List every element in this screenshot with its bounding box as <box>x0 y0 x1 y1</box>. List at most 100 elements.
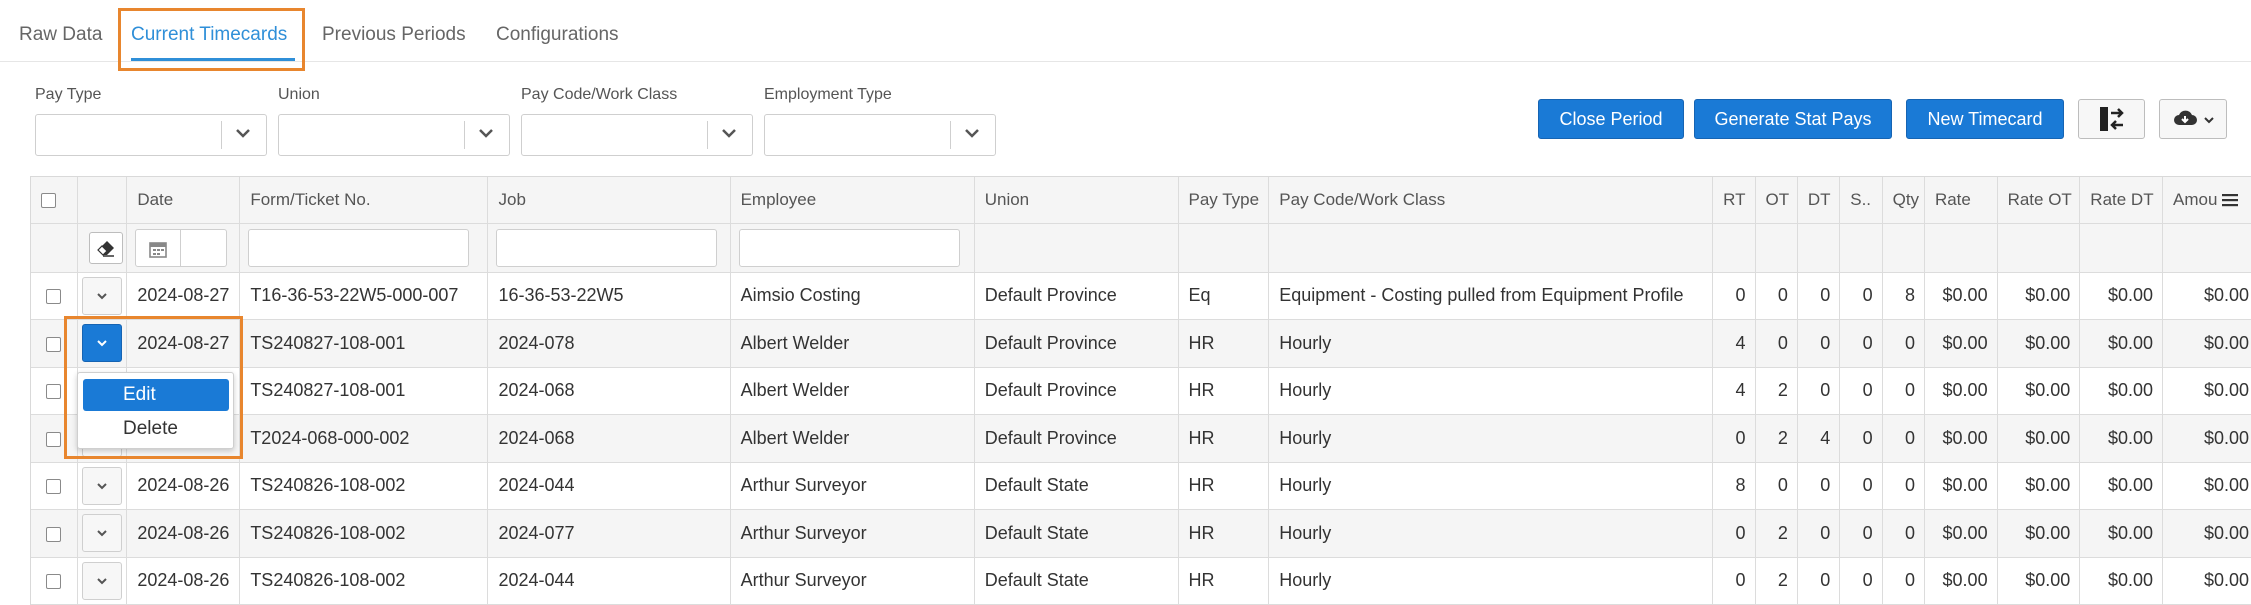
row-actions-button[interactable] <box>82 514 123 553</box>
cell-rt: 4 <box>1712 367 1756 415</box>
cell-s: 0 <box>1839 414 1883 463</box>
tab-current-timecards[interactable]: Current Timecards <box>131 24 287 46</box>
cell-rate: $0.00 <box>1924 272 1998 320</box>
tab-raw-data[interactable]: Raw Data <box>19 24 102 46</box>
form-ticket-filter-input[interactable] <box>248 228 470 267</box>
table-row[interactable]: 2024-08-26 TS240826-108-002 2024-044 Arthur… <box>31 462 2251 510</box>
row-checkbox[interactable] <box>46 479 62 494</box>
pay-code-select[interactable] <box>521 114 753 156</box>
row-checkbox[interactable] <box>46 526 62 542</box>
column-header-job[interactable]: Job <box>487 177 731 224</box>
table-row[interactable]: 2024-08-26 TS240826-108-002 2024-044 Arthur… <box>31 557 2251 605</box>
cell-rate: $0.00 <box>1924 319 1998 368</box>
cell-job: 2024-044 <box>487 557 731 605</box>
column-header-union[interactable]: Union <box>974 177 1179 224</box>
cell-union: Default Province <box>974 272 1179 320</box>
close-period-button[interactable]: Close Period <box>1538 99 1684 139</box>
transfer-button[interactable] <box>2078 99 2145 139</box>
cell-date: 2024-08-27 <box>126 272 241 320</box>
column-header-form-ticket[interactable]: Form/Ticket No. <box>239 177 489 224</box>
row-actions-cell <box>77 272 128 320</box>
cell-dt: 0 <box>1797 509 1841 558</box>
cell-rt: 0 <box>1712 414 1756 463</box>
cell-ot: 2 <box>1755 509 1798 558</box>
job-filter-input[interactable] <box>496 228 718 267</box>
row-actions-button[interactable] <box>82 466 123 505</box>
cell-rate-dt: $0.00 <box>2079 509 2164 558</box>
cell-qty: 0 <box>1882 319 1925 368</box>
timecards-grid: Date Form/Ticket No. Job Employee Union … <box>30 176 2251 605</box>
cell-pay-code: Hourly <box>1268 414 1714 463</box>
row-select-cell <box>31 319 78 368</box>
column-header-rate-dt[interactable]: Rate DT <box>2079 177 2164 224</box>
column-header-pay-type[interactable]: Pay Type <box>1178 177 1270 224</box>
cell-s: 0 <box>1839 509 1883 558</box>
column-header-employee[interactable]: Employee <box>730 177 975 224</box>
row-actions-button[interactable] <box>82 561 123 600</box>
row-checkbox[interactable] <box>46 431 62 447</box>
new-timecard-button[interactable]: New Timecard <box>1906 99 2064 139</box>
cell-rate-ot: $0.00 <box>1997 462 2081 510</box>
cell-rate-dt: $0.00 <box>2079 319 2164 368</box>
column-header-ot[interactable]: OT <box>1755 177 1798 224</box>
cell-employee: Arthur Surveyor <box>730 509 975 558</box>
export-dropdown-button[interactable] <box>2159 99 2227 139</box>
column-header-rate[interactable]: Rate <box>1924 177 1998 224</box>
row-select-cell <box>31 509 78 558</box>
row-select-cell <box>31 414 78 463</box>
column-header-rate-ot[interactable]: Rate OT <box>1997 177 2081 224</box>
delete-menu-item[interactable]: Delete <box>83 413 229 445</box>
employee-filter-input[interactable] <box>738 228 960 267</box>
clear-filters-button[interactable] <box>89 231 124 264</box>
cell-form-ticket: TS240827-108-001 <box>239 319 489 368</box>
chevron-down-icon <box>97 340 107 347</box>
row-select-cell <box>31 367 78 415</box>
cell-date: 2024-08-26 <box>126 509 241 558</box>
column-header-dt[interactable]: DT <box>1797 177 1841 224</box>
cell-s: 0 <box>1839 319 1883 368</box>
actions-header <box>77 177 128 224</box>
table-row[interactable]: 2024-08-27 T16-36-53-22W5-000-007 16-36-53… <box>31 272 2251 320</box>
filter-cell-rt <box>1712 223 1756 273</box>
cell-union: Default Province <box>974 414 1179 463</box>
generate-stat-pays-button[interactable]: Generate Stat Pays <box>1694 99 1892 139</box>
cell-job: 2024-044 <box>487 462 731 510</box>
pay-type-select[interactable] <box>35 114 267 156</box>
table-row[interactable]: 2024-08-26 TS240826-108-002 2024-077 Arthur… <box>31 509 2251 558</box>
row-actions-button[interactable] <box>82 276 123 315</box>
cell-rate-dt: $0.00 <box>2079 272 2164 320</box>
table-row[interactable]: 2024-08-27 TS240827-108-001 2024-078 Albert… <box>31 319 2251 368</box>
row-checkbox[interactable] <box>46 336 62 352</box>
cell-form-ticket: T2024-068-000-002 <box>239 414 489 463</box>
cell-s: 0 <box>1839 557 1883 605</box>
column-header-date[interactable]: Date <box>126 177 241 224</box>
tab-previous-periods[interactable]: Previous Periods <box>322 24 466 46</box>
column-header-rt[interactable]: RT <box>1712 177 1756 224</box>
tab-configurations[interactable]: Configurations <box>496 24 619 46</box>
table-row[interactable]: T2024-068-000-002 2024-068 Albert Welder De… <box>31 414 2251 463</box>
cell-union: Default Province <box>974 367 1179 415</box>
filter-cell-pay-type <box>1178 223 1270 273</box>
column-menu-icon[interactable] <box>2222 193 2239 207</box>
row-checkbox[interactable] <box>46 574 62 589</box>
cell-rate-dt: $0.00 <box>2079 367 2164 415</box>
column-header-pay-code[interactable]: Pay Code/Work Class <box>1268 177 1714 224</box>
table-row[interactable]: TS240827-108-001 2024-068 Albert Welder Def… <box>31 367 2251 415</box>
select-all-checkbox[interactable] <box>41 192 56 208</box>
cell-amount: $0.00 <box>2162 509 2251 558</box>
cell-amount: $0.00 <box>2162 367 2251 415</box>
column-header-qty[interactable]: Qty <box>1882 177 1925 224</box>
cell-amount: $0.00 <box>2162 462 2251 510</box>
column-header-s[interactable]: S.. <box>1839 177 1883 224</box>
union-select[interactable] <box>278 114 510 156</box>
row-checkbox[interactable] <box>46 384 62 399</box>
employment-type-select[interactable] <box>764 114 996 156</box>
cell-rate-ot: $0.00 <box>1997 414 2081 463</box>
row-checkbox[interactable] <box>46 289 62 304</box>
row-actions-button[interactable] <box>82 324 123 363</box>
edit-menu-item[interactable]: Edit <box>83 379 229 411</box>
cell-rt: 0 <box>1712 509 1756 558</box>
column-header-amount[interactable]: Amou <box>2162 177 2251 224</box>
cell-form-ticket: T16-36-53-22W5-000-007 <box>239 272 489 320</box>
date-filter-input[interactable] <box>135 228 228 267</box>
